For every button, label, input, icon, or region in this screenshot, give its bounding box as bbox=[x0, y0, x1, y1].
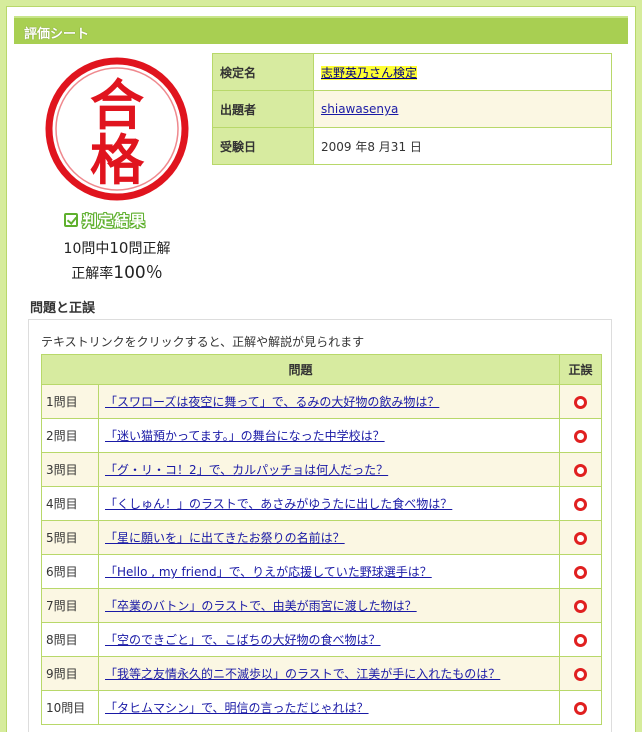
correct-circle-icon bbox=[574, 667, 587, 681]
questions-body: 1問目 「スワローズは夜空に舞って」で、るみの大好物の飲み物は？ 2問目 「迷い猫預か… bbox=[41, 384, 602, 725]
info-row-author: 出題者 shiawasenya bbox=[212, 90, 612, 128]
score-correct: 10 bbox=[109, 239, 129, 257]
question-number: 4問目 bbox=[41, 486, 99, 521]
result-heading: 判定結果 bbox=[64, 210, 184, 230]
stamp-char-2: 格 bbox=[90, 129, 145, 192]
question-link[interactable]: 「くしゅん！」のラストで、あさみがゆうたに出した食べ物は？ bbox=[105, 497, 452, 511]
correct-circle-icon bbox=[574, 633, 587, 647]
score-summary: 10問中10問正解 bbox=[42, 238, 192, 258]
question-number: 1問目 bbox=[41, 384, 99, 419]
question-row: 2問目 「迷い猫預かってます。」の舞台になった中学校は？ bbox=[41, 418, 602, 453]
question-number: 8問目 bbox=[41, 622, 99, 657]
question-number: 7問目 bbox=[41, 588, 99, 623]
rate-prefix: 正解率 bbox=[71, 266, 114, 282]
page-title: 評価シート bbox=[24, 27, 90, 42]
questions-table: 問題 正誤 1問目 「スワローズは夜空に舞って」で、るみの大好物の飲み物は？ 2問目… bbox=[41, 354, 602, 725]
question-row: 9問目 「我等之友情永久的ニ不滅歩以」のラストで、江美が手に入れたものは？ bbox=[41, 656, 602, 691]
question-number: 3問目 bbox=[41, 452, 99, 487]
questions-section-title: 問題と正誤 bbox=[30, 301, 96, 316]
info-row-exam-name: 検定名 志野英乃さん検定 bbox=[212, 53, 612, 91]
result-cell bbox=[559, 384, 602, 419]
question-cell: 「星に願いを」に出てきたお祭りの名前は？ bbox=[98, 520, 560, 555]
question-link[interactable]: 「Hello , my friend」で、りえが応援していた野球選手は？ bbox=[105, 565, 432, 579]
exam-info-table: 検定名 志野英乃さん検定 出題者 shiawasenya 受験日 2009 年8… bbox=[212, 53, 612, 165]
result-cell bbox=[559, 588, 602, 623]
correct-circle-icon bbox=[574, 701, 587, 715]
question-link[interactable]: 「卒業のバトン」のラストで、由美が雨宮に渡した物は？ bbox=[105, 599, 417, 613]
question-link[interactable]: 「我等之友情永久的ニ不滅歩以」のラストで、江美が手に入れたものは？ bbox=[105, 667, 500, 681]
question-link[interactable]: 「グ・リ・コ！2」で、カルパッチョは何人だった？ bbox=[105, 463, 388, 477]
question-number: 9問目 bbox=[41, 656, 99, 691]
questions-header-row: 問題 正誤 bbox=[41, 354, 602, 385]
question-row: 1問目 「スワローズは夜空に舞って」で、るみの大好物の飲み物は？ bbox=[41, 384, 602, 419]
correct-circle-icon bbox=[574, 531, 587, 545]
question-row: 5問目 「星に願いを」に出てきたお祭りの名前は？ bbox=[41, 520, 602, 555]
question-link[interactable]: 「星に願いを」に出てきたお祭りの名前は？ bbox=[105, 531, 345, 545]
exam-name-link[interactable]: 志野英乃さん検定 bbox=[321, 65, 418, 80]
evaluation-panel: 合 格 判定結果 10問中10問正解 正解率100％ 検定名 志野英乃さん検定 … bbox=[14, 44, 628, 732]
result-cell bbox=[559, 690, 602, 725]
question-cell: 「我等之友情永久的ニ不滅歩以」のラストで、江美が手に入れたものは？ bbox=[98, 656, 560, 691]
questions-box: テキストリンクをクリックすると、正解や解説が見られます 問題 正誤 1問目 「スワ… bbox=[28, 319, 612, 732]
question-row: 8問目 「空のできごと」で、こばちの大好物の食べ物は？ bbox=[41, 622, 602, 657]
question-cell: 「迷い猫預かってます。」の舞台になった中学校は？ bbox=[98, 418, 560, 453]
checkbox-icon bbox=[64, 213, 78, 227]
questions-hint: テキストリンクをクリックすると、正解や解説が見られます bbox=[41, 335, 365, 349]
question-cell: 「タヒムマシン」で、明信の言っただじゃれは？ bbox=[98, 690, 560, 725]
result-cell bbox=[559, 554, 602, 589]
question-link[interactable]: 「空のできごと」で、こばちの大好物の食べ物は？ bbox=[105, 633, 381, 647]
question-row: 6問目 「Hello , my friend」で、りえが応援していた野球選手は？ bbox=[41, 554, 602, 589]
accuracy-rate: 正解率100％ bbox=[42, 258, 192, 283]
result-cell bbox=[559, 452, 602, 487]
question-row: 4問目 「くしゅん！」のラストで、あさみがゆうたに出した食べ物は？ bbox=[41, 486, 602, 521]
question-cell: 「くしゅん！」のラストで、あさみがゆうたに出した食べ物は？ bbox=[98, 486, 560, 521]
question-link[interactable]: 「スワローズは夜空に舞って」で、るみの大好物の飲み物は？ bbox=[105, 395, 439, 409]
question-number: 5問目 bbox=[41, 520, 99, 555]
question-cell: 「Hello , my friend」で、りえが応援していた野球選手は？ bbox=[98, 554, 560, 589]
result-cell bbox=[559, 520, 602, 555]
question-cell: 「スワローズは夜空に舞って」で、るみの大好物の飲み物は？ bbox=[98, 384, 560, 419]
info-key: 検定名 bbox=[212, 53, 314, 91]
author-link[interactable]: shiawasenya bbox=[321, 102, 398, 116]
column-header-result: 正誤 bbox=[559, 354, 602, 385]
info-key: 受験日 bbox=[212, 127, 314, 165]
question-number: 10問目 bbox=[41, 690, 99, 725]
question-cell: 「空のできごと」で、こばちの大好物の食べ物は？ bbox=[98, 622, 560, 657]
pass-stamp-icon: 合 格 bbox=[45, 57, 189, 201]
correct-circle-icon bbox=[574, 599, 587, 613]
question-link[interactable]: 「迷い猫預かってます。」の舞台になった中学校は？ bbox=[105, 429, 385, 443]
rate-value: 100％ bbox=[113, 263, 163, 283]
question-row: 3問目 「グ・リ・コ！2」で、カルパッチョは何人だった？ bbox=[41, 452, 602, 487]
question-row: 7問目 「卒業のバトン」のラストで、由美が雨宮に渡した物は？ bbox=[41, 588, 602, 623]
correct-circle-icon bbox=[574, 429, 587, 443]
question-cell: 「グ・リ・コ！2」で、カルパッチョは何人だった？ bbox=[98, 452, 560, 487]
correct-circle-icon bbox=[574, 497, 587, 511]
correct-circle-icon bbox=[574, 565, 587, 579]
result-label: 判定結果 bbox=[82, 211, 147, 230]
correct-circle-icon bbox=[574, 395, 587, 409]
info-value: shiawasenya bbox=[313, 90, 612, 128]
score-prefix: 10問中 bbox=[63, 241, 110, 257]
stamp-char-1: 合 bbox=[90, 74, 144, 137]
result-cell bbox=[559, 486, 602, 521]
question-number: 6問目 bbox=[41, 554, 99, 589]
info-key: 出題者 bbox=[212, 90, 314, 128]
info-value: 志野英乃さん検定 bbox=[313, 53, 612, 91]
question-row: 10問目 「タヒムマシン」で、明信の言っただじゃれは？ bbox=[41, 690, 602, 725]
question-link[interactable]: 「タヒムマシン」で、明信の言っただじゃれは？ bbox=[105, 701, 369, 715]
page-header: 評価シート bbox=[14, 16, 628, 44]
result-cell bbox=[559, 418, 602, 453]
question-cell: 「卒業のバトン」のラストで、由美が雨宮に渡した物は？ bbox=[98, 588, 560, 623]
exam-date: 2009 年8 月31 日 bbox=[313, 127, 612, 165]
column-header-question: 問題 bbox=[41, 354, 560, 385]
result-cell bbox=[559, 656, 602, 691]
score-suffix: 問正解 bbox=[128, 241, 171, 257]
correct-circle-icon bbox=[574, 463, 587, 477]
result-cell bbox=[559, 622, 602, 657]
info-row-exam-date: 受験日 2009 年8 月31 日 bbox=[212, 127, 612, 165]
question-number: 2問目 bbox=[41, 418, 99, 453]
